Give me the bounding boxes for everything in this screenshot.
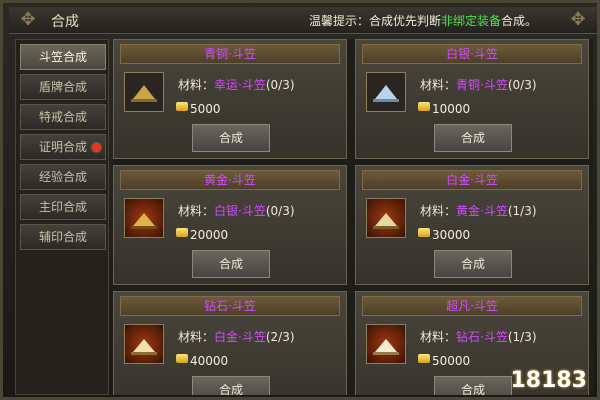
- recipe-card: 白金·斗笠 材料：黄金·斗笠(1/3) 30000 合成: [355, 165, 589, 285]
- item-name: 钻石·斗笠: [120, 296, 340, 316]
- gold-ingot-icon: [418, 228, 430, 237]
- dragon-ornament-icon: ✥: [570, 9, 586, 30]
- sidebar-item-shield[interactable]: 盾牌合成: [20, 74, 106, 100]
- hint-suffix: 合成。: [500, 14, 537, 28]
- item-name: 超凡·斗笠: [362, 296, 582, 316]
- material-name: 黄金·斗笠: [456, 204, 508, 218]
- combine-button[interactable]: 合成: [192, 124, 270, 152]
- combine-button[interactable]: 合成: [434, 376, 512, 395]
- material-count: (0/3): [265, 204, 295, 218]
- window-title: 合成: [51, 14, 79, 30]
- material-line: 材料：白金·斗笠(2/3): [178, 328, 295, 345]
- material-name: 钻石·斗笠: [456, 330, 508, 344]
- gold-ingot-icon: [418, 354, 430, 363]
- site-watermark: 18183: [510, 368, 587, 393]
- sidebar-item-special-ring[interactable]: 特戒合成: [20, 104, 106, 130]
- material-label: 材料：: [420, 204, 457, 218]
- item-name: 白银·斗笠: [362, 44, 582, 64]
- sidebar-item-label: 斗笠合成: [38, 50, 87, 64]
- item-name: 黄金·斗笠: [120, 170, 340, 190]
- recipe-card: 白银·斗笠 材料：青铜·斗笠(0/3) 10000 合成: [355, 39, 589, 159]
- material-count: (0/3): [265, 78, 295, 92]
- transcendent-hat-icon[interactable]: [366, 324, 406, 364]
- material-line: 材料：钻石·斗笠(1/3): [420, 328, 537, 345]
- gold-ingot-icon: [418, 102, 430, 111]
- diamond-hat-icon[interactable]: [124, 324, 164, 364]
- gold-hat-icon[interactable]: [124, 198, 164, 238]
- material-label: 材料：: [178, 204, 215, 218]
- cost-value: 5000: [190, 102, 221, 116]
- material-name: 白金·斗笠: [214, 330, 266, 344]
- hint-prefix: 温馨提示：合成优先判断: [308, 14, 441, 28]
- material-line: 材料：青铜·斗笠(0/3): [420, 76, 537, 93]
- dragon-ornament-icon: ✥: [20, 9, 36, 30]
- material-count: (0/3): [507, 78, 537, 92]
- sidebar-item-hat[interactable]: 斗笠合成: [20, 44, 106, 70]
- item-name: 白金·斗笠: [362, 170, 582, 190]
- recipe-grid: 青铜·斗笠 材料：幸运·斗笠(0/3) 5000 合成 白银·斗笠 材料：青铜·…: [113, 39, 593, 395]
- material-label: 材料：: [420, 78, 457, 92]
- material-count: (2/3): [265, 330, 295, 344]
- sidebar-item-label: 盾牌合成: [38, 80, 87, 94]
- gold-ingot-icon: [176, 228, 188, 237]
- sidebar-item-label: 辅印合成: [38, 230, 87, 244]
- sidebar-item-certificate[interactable]: 证明合成: [20, 134, 106, 160]
- gold-ingot-icon: [176, 102, 188, 111]
- sidebar-item-label: 经验合成: [38, 170, 87, 184]
- synthesis-window: ✥ 合成 温馨提示：合成优先判断非绑定装备合成。 ✥ 斗笠合成 盾牌合成 特戒合…: [0, 0, 600, 400]
- material-name: 白银·斗笠: [214, 204, 266, 218]
- gold-ingot-icon: [176, 354, 188, 363]
- combine-button[interactable]: 合成: [192, 250, 270, 278]
- cost-value: 30000: [432, 228, 471, 242]
- recipe-card: 钻石·斗笠 材料：白金·斗笠(2/3) 40000 合成: [113, 291, 347, 395]
- recipe-card: 青铜·斗笠 材料：幸运·斗笠(0/3) 5000 合成: [113, 39, 347, 159]
- title-bar: ✥ 合成 温馨提示：合成优先判断非绑定装备合成。 ✥: [9, 7, 597, 34]
- sidebar-item-label: 证明合成: [38, 140, 87, 154]
- cost-value: 50000: [432, 354, 471, 368]
- sidebar: 斗笠合成 盾牌合成 特戒合成 证明合成 经验合成 主印合成 辅印合成: [15, 39, 109, 395]
- material-line: 材料：白银·斗笠(0/3): [178, 202, 295, 219]
- bronze-hat-icon[interactable]: [124, 72, 164, 112]
- platinum-hat-icon[interactable]: [366, 198, 406, 238]
- cost-value: 40000: [190, 354, 229, 368]
- sidebar-item-main-seal[interactable]: 主印合成: [20, 194, 106, 220]
- hint-highlight: 非绑定装备: [440, 14, 501, 28]
- combine-button[interactable]: 合成: [434, 250, 512, 278]
- material-label: 材料：: [178, 78, 215, 92]
- sidebar-item-experience[interactable]: 经验合成: [20, 164, 106, 190]
- material-line: 材料：幸运·斗笠(0/3): [178, 76, 295, 93]
- notification-dot-icon: [92, 143, 101, 152]
- silver-hat-icon[interactable]: [366, 72, 406, 112]
- material-count: (1/3): [507, 330, 537, 344]
- cost-value: 20000: [190, 228, 229, 242]
- cost-value: 10000: [432, 102, 471, 116]
- material-count: (1/3): [507, 204, 537, 218]
- combine-button[interactable]: 合成: [192, 376, 270, 395]
- hint-text: 温馨提示：合成优先判断非绑定装备合成。: [309, 12, 537, 29]
- combine-button[interactable]: 合成: [434, 124, 512, 152]
- item-name: 青铜·斗笠: [120, 44, 340, 64]
- material-name: 幸运·斗笠: [214, 78, 266, 92]
- sidebar-item-label: 主印合成: [38, 200, 87, 214]
- material-name: 青铜·斗笠: [456, 78, 508, 92]
- material-label: 材料：: [420, 330, 457, 344]
- material-line: 材料：黄金·斗笠(1/3): [420, 202, 537, 219]
- sidebar-item-label: 特戒合成: [38, 110, 87, 124]
- sidebar-item-aux-seal[interactable]: 辅印合成: [20, 224, 106, 250]
- material-label: 材料：: [178, 330, 215, 344]
- recipe-card: 黄金·斗笠 材料：白银·斗笠(0/3) 20000 合成: [113, 165, 347, 285]
